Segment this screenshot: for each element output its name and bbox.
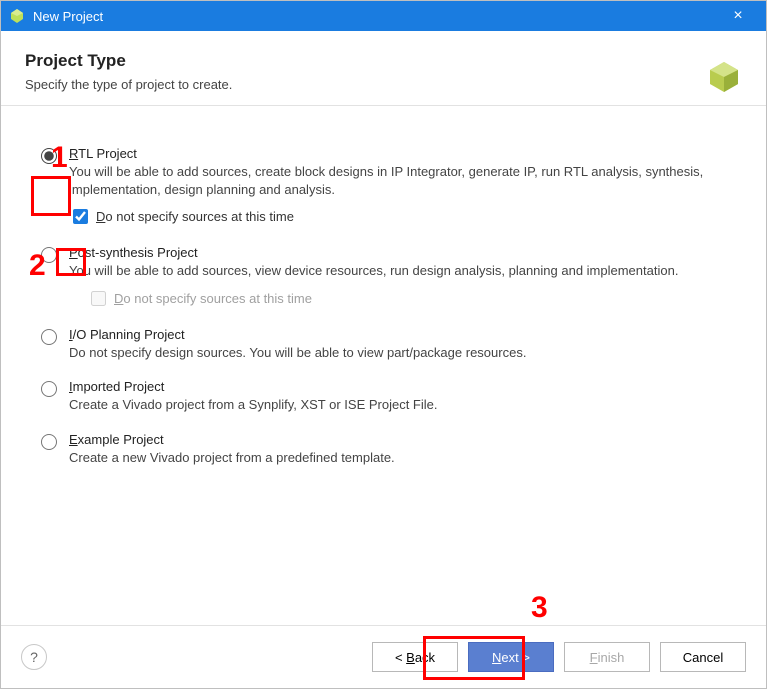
option-rtl-desc: You will be able to add sources, create …	[69, 163, 726, 198]
page-subtitle: Specify the type of project to create.	[25, 77, 696, 92]
help-button[interactable]: ?	[21, 644, 47, 670]
radio-io-planning[interactable]	[41, 329, 57, 345]
option-example-desc: Create a new Vivado project from a prede…	[69, 449, 726, 467]
cancel-button[interactable]: Cancel	[660, 642, 746, 672]
checkbox-post-no-sources	[91, 291, 106, 306]
checkbox-rtl-no-sources[interactable]	[73, 209, 88, 224]
page-title: Project Type	[25, 51, 696, 71]
window-title: New Project	[33, 9, 718, 24]
option-example-title: Example Project	[69, 432, 726, 447]
back-button[interactable]: < Back	[372, 642, 458, 672]
radio-post-synthesis[interactable]	[41, 247, 57, 263]
dialog-content: Project Type Specify the type of project…	[1, 31, 766, 688]
post-no-sources-row: Do not specify sources at this time	[87, 288, 726, 309]
option-imported-title: Imported Project	[69, 379, 726, 394]
rtl-no-sources-label: Do not specify sources at this time	[96, 209, 294, 224]
option-rtl-title: RTL Project	[69, 146, 726, 161]
option-imported-desc: Create a Vivado project from a Synplify,…	[69, 396, 726, 414]
option-rtl[interactable]: RTL Project You will be able to add sour…	[41, 146, 726, 227]
option-post-title: Post-synthesis Project	[69, 245, 726, 260]
finish-button: Finish	[564, 642, 650, 672]
post-no-sources-label: Do not specify sources at this time	[114, 291, 312, 306]
header: Project Type Specify the type of project…	[1, 31, 766, 106]
option-io-title: I/O Planning Project	[69, 327, 726, 342]
vivado-logo-icon	[706, 59, 742, 95]
titlebar: New Project ×	[1, 1, 766, 31]
option-example[interactable]: Example Project Create a new Vivado proj…	[41, 432, 726, 467]
option-post-synthesis[interactable]: Post-synthesis Project You will be able …	[41, 245, 726, 309]
app-icon	[9, 8, 25, 24]
options-body: RTL Project You will be able to add sour…	[1, 106, 766, 625]
footer: ? < Back Next > Finish Cancel	[1, 625, 766, 688]
radio-example[interactable]	[41, 434, 57, 450]
radio-rtl[interactable]	[41, 148, 57, 164]
option-io-planning[interactable]: I/O Planning Project Do not specify desi…	[41, 327, 726, 362]
next-button[interactable]: Next >	[468, 642, 554, 672]
option-post-desc: You will be able to add sources, view de…	[69, 262, 726, 280]
radio-imported[interactable]	[41, 381, 57, 397]
close-icon[interactable]: ×	[718, 1, 758, 31]
rtl-no-sources-row[interactable]: Do not specify sources at this time	[69, 206, 726, 227]
option-io-desc: Do not specify design sources. You will …	[69, 344, 726, 362]
option-imported[interactable]: Imported Project Create a Vivado project…	[41, 379, 726, 414]
